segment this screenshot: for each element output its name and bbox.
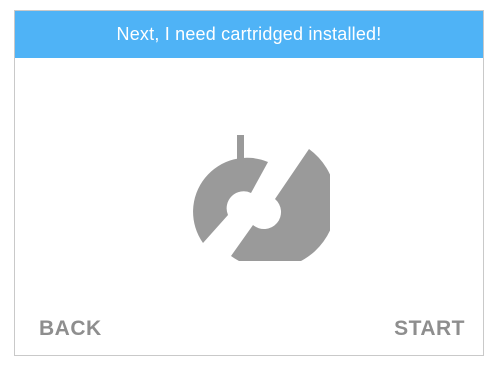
start-button[interactable]: START	[394, 317, 465, 341]
cartridge-install-icon	[193, 135, 330, 261]
banner-title: Next, I need cartridged installed!	[116, 24, 382, 44]
printer-screen: Next, I need cartridged installed! BACK …	[14, 10, 484, 356]
back-button[interactable]: BACK	[39, 317, 102, 341]
title-banner: Next, I need cartridged installed!	[15, 11, 483, 58]
